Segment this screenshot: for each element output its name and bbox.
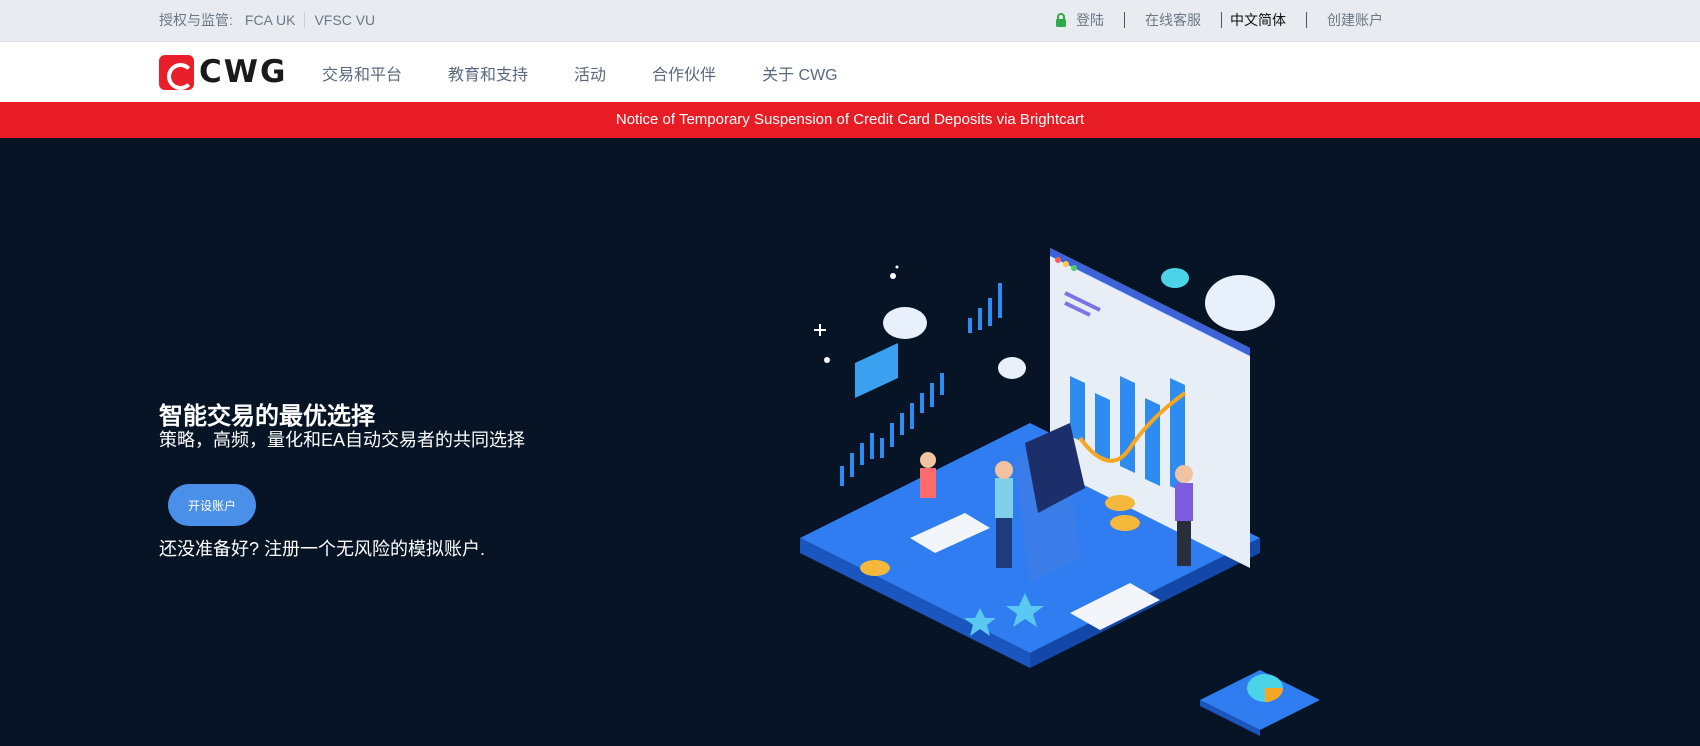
login-link[interactable]: 登陆 xyxy=(1054,10,1104,30)
create-account-link[interactable]: 创建账户 xyxy=(1327,10,1383,30)
regulator-vfsc-link[interactable]: VFSC VU xyxy=(314,12,375,28)
main-navigation: CWG 交易和平台 教育和支持 活动 合作伙伴 关于 CWG xyxy=(0,42,1700,102)
online-support-link[interactable]: 在线客服 xyxy=(1145,10,1201,30)
divider xyxy=(1124,12,1125,28)
nav-item-education-support[interactable]: 教育和支持 xyxy=(448,61,528,85)
regulator-fca-link[interactable]: FCA UK xyxy=(245,12,296,28)
hero-subtitle: 策略，高频，量化和EA自动交易者的共同选择 xyxy=(159,430,526,450)
nav-item-partners[interactable]: 合作伙伴 xyxy=(652,61,716,85)
regulation-label: 授权与监管: xyxy=(159,12,233,28)
account-links: 登陆 在线客服 中文简体 创建账户 xyxy=(1054,10,1383,30)
login-label: 登陆 xyxy=(1076,12,1104,28)
nav-item-trading-platforms[interactable]: 交易和平台 xyxy=(322,61,402,85)
open-account-button[interactable]: 开设账户 xyxy=(168,484,256,526)
regulation-info: 授权与监管: FCA UK VFSC VU xyxy=(159,10,375,30)
divider xyxy=(1221,12,1222,28)
cwg-logo[interactable]: CWG xyxy=(159,54,301,90)
lock-icon xyxy=(1056,13,1066,27)
logo-text: CWG xyxy=(199,54,288,90)
divider xyxy=(304,12,306,28)
nav-item-activities[interactable]: 活动 xyxy=(574,61,606,85)
language-selector[interactable]: 中文简体 xyxy=(1230,10,1286,30)
top-utility-bar: 授权与监管: FCA UK VFSC VU 登陆 在线客服 中文简体 创建账户 xyxy=(0,0,1700,42)
nav-menu: 交易和平台 教育和支持 活动 合作伙伴 关于 CWG xyxy=(322,61,884,85)
trading-platform-illustration xyxy=(800,248,1320,736)
logo-mark-icon xyxy=(159,54,194,90)
nav-item-about[interactable]: 关于 CWG xyxy=(762,61,838,85)
divider xyxy=(1306,12,1307,28)
hero-section: 智能交易的最优选择 策略，高频，量化和EA自动交易者的共同选择 开设账户 还没准… xyxy=(0,138,1700,746)
notice-banner[interactable]: Notice of Temporary Suspension of Credit… xyxy=(0,102,1700,138)
demo-account-link[interactable]: 还没准备好? 注册一个无风险的模拟账户. xyxy=(159,535,485,561)
